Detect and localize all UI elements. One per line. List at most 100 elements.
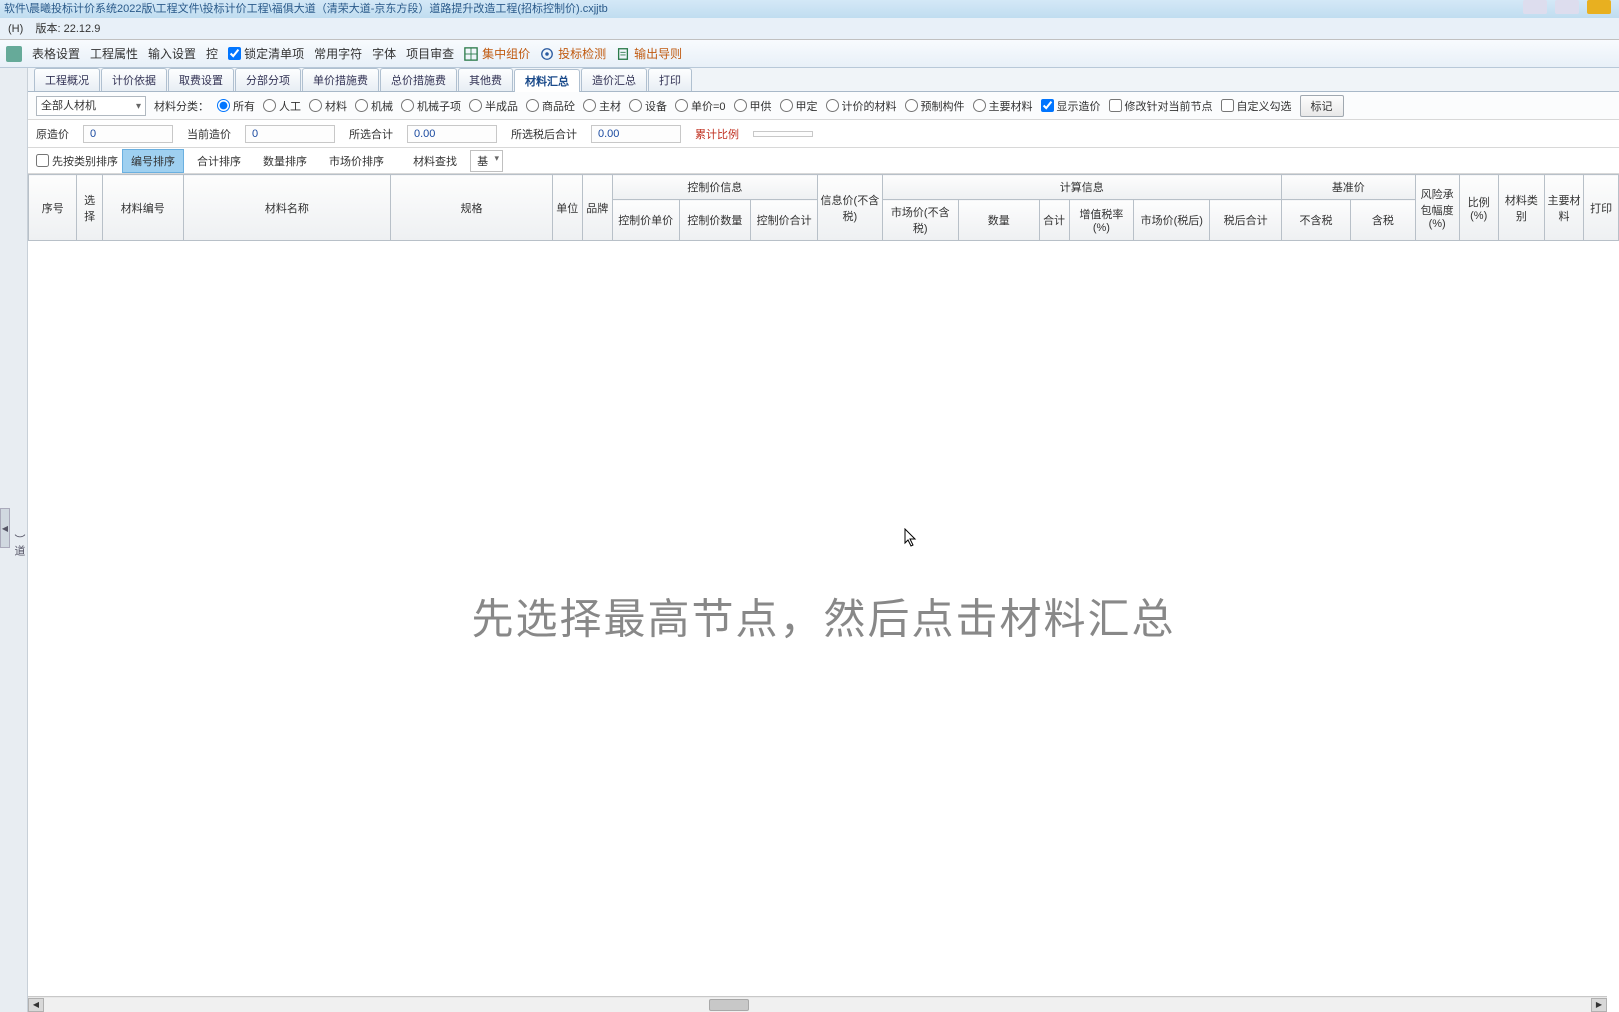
sel-total-label: 所选合计	[349, 126, 393, 142]
cur-price-value[interactable]: 0	[245, 125, 335, 143]
col-ctrl-qty[interactable]: 控制价数量	[679, 200, 751, 241]
col-vat[interactable]: 增值税率(%)	[1069, 200, 1134, 241]
sort-by-code[interactable]: 编号排序	[122, 149, 184, 173]
toolbar-item[interactable]: 控	[206, 45, 218, 62]
chk-show-cost[interactable]: 显示造价	[1041, 98, 1101, 114]
tab-other[interactable]: 其他费	[458, 68, 513, 91]
toolbar-special-label: 投标检测	[558, 45, 606, 62]
sort-by-category-first[interactable]: 先按类别排序	[36, 153, 118, 169]
radio-priced[interactable]: 计价的材料	[826, 98, 897, 114]
tab-basis[interactable]: 计价依据	[101, 68, 167, 91]
radio-semi[interactable]: 半成品	[469, 98, 518, 114]
sort-by-qty[interactable]: 数量排序	[254, 149, 316, 173]
menu-left[interactable]: (H)	[8, 23, 23, 35]
col-category[interactable]: 材料类别	[1498, 175, 1544, 241]
radio-equip[interactable]: 设备	[629, 98, 667, 114]
grp-control[interactable]: 控制价信息	[612, 175, 817, 200]
col-name[interactable]: 材料名称	[183, 175, 391, 241]
toolbar-item[interactable]: 工程属性	[90, 45, 138, 62]
tab-subitem[interactable]: 分部分项	[235, 68, 301, 91]
window-controls	[1523, 0, 1619, 18]
col-info-price[interactable]: 信息价(不含税)	[818, 175, 883, 241]
version-value: 22.12.9	[64, 23, 101, 35]
col-risk[interactable]: 风险承包幅度(%)	[1415, 175, 1459, 241]
col-qty[interactable]: 数量	[958, 200, 1039, 241]
tab-print[interactable]: 打印	[648, 68, 692, 91]
toolbar-special-export[interactable]: 输出导则	[616, 45, 682, 62]
left-tree-strip[interactable]: ）道 ◀	[0, 68, 28, 1012]
col-spec[interactable]: 规格	[391, 175, 553, 241]
col-sum[interactable]: 合计	[1039, 200, 1069, 241]
chk-current-node[interactable]: 修改针对当前节点	[1109, 98, 1213, 114]
col-ratio[interactable]: 比例(%)	[1459, 175, 1498, 241]
radio-jiagong[interactable]: 甲供	[734, 98, 772, 114]
col-code[interactable]: 材料编号	[102, 175, 183, 241]
radio-main-mat[interactable]: 主材	[583, 98, 621, 114]
radio-all[interactable]: 所有	[217, 98, 255, 114]
window-title: 软件\晨曦投标计价系统2022版\工程文件\投标计价工程\福俱大道（清荣大道-京…	[4, 0, 608, 18]
radio-key-mat[interactable]: 主要材料	[973, 98, 1033, 114]
col-tax[interactable]: 含税	[1351, 200, 1416, 241]
col-aftertax-total[interactable]: 税后合计	[1210, 200, 1282, 241]
scroll-left-icon[interactable]: ◀	[28, 998, 44, 1012]
radio-machine[interactable]: 机械	[355, 98, 393, 114]
col-unit[interactable]: 单位	[552, 175, 582, 241]
col-market-aftertax[interactable]: 市场价(税后)	[1134, 200, 1210, 241]
sel-total-value: 0.00	[407, 125, 497, 143]
col-notax[interactable]: 不含税	[1281, 200, 1350, 241]
col-ctrl-price[interactable]: 控制价单价	[612, 200, 679, 241]
material-scope-combo[interactable]: 全部人材机	[36, 96, 146, 116]
radio-jiading[interactable]: 甲定	[780, 98, 818, 114]
col-seq[interactable]: 序号	[29, 175, 77, 241]
scroll-track[interactable]	[44, 998, 1591, 1012]
ratio-value	[753, 131, 813, 137]
scroll-right-icon[interactable]: ▶	[1591, 998, 1607, 1012]
tab-unit-measure[interactable]: 单价措施费	[302, 68, 379, 91]
tab-cost-summary[interactable]: 造价汇总	[581, 68, 647, 91]
radio-concrete[interactable]: 商品砼	[526, 98, 575, 114]
tab-overview[interactable]: 工程概况	[34, 68, 100, 91]
close-button[interactable]	[1587, 0, 1611, 14]
save-icon[interactable]	[6, 46, 22, 62]
col-brand[interactable]: 品牌	[582, 175, 612, 241]
toolbar-special-detect[interactable]: 投标检测	[540, 45, 606, 62]
col-select[interactable]: 选择	[77, 175, 102, 241]
chk-custom-select[interactable]: 自定义勾选	[1221, 98, 1292, 114]
toolbar-item[interactable]: 输入设置	[148, 45, 196, 62]
sort-by-market[interactable]: 市场价排序	[320, 149, 393, 173]
col-ctrl-total[interactable]: 控制价合计	[751, 200, 818, 241]
tab-fee[interactable]: 取费设置	[168, 68, 234, 91]
grp-base[interactable]: 基准价	[1281, 175, 1415, 200]
radio-labor[interactable]: 人工	[263, 98, 301, 114]
grp-calc[interactable]: 计算信息	[882, 175, 1281, 200]
toolbar-item[interactable]: 常用字符	[314, 45, 362, 62]
radio-machine-sub[interactable]: 机械子项	[401, 98, 461, 114]
maximize-button[interactable]	[1555, 0, 1579, 14]
mark-button[interactable]: 标记	[1300, 95, 1344, 117]
toolbar-item[interactable]: 项目审查	[406, 45, 454, 62]
tab-total-measure[interactable]: 总价措施费	[380, 68, 457, 91]
material-search[interactable]: 材料查找	[404, 149, 466, 173]
lock-list-checkbox[interactable]: 锁定清单项	[228, 45, 304, 62]
radio-zero[interactable]: 单价=0	[675, 98, 726, 114]
lock-list-input[interactable]	[228, 47, 241, 60]
orig-price-value[interactable]: 0	[83, 125, 173, 143]
tax-total-label: 所选税后合计	[511, 126, 577, 142]
horizontal-scrollbar[interactable]: ◀ ▶	[28, 996, 1607, 1012]
toolbar-item[interactable]: 字体	[372, 45, 396, 62]
filter-bar: 全部人材机 材料分类： 所有 人工 材料 机械 机械子项 半成品 商品砼 主材 …	[28, 92, 1619, 120]
col-print[interactable]: 打印	[1584, 175, 1619, 241]
toolbar-item[interactable]: 表格设置	[32, 45, 80, 62]
minimize-button[interactable]	[1523, 0, 1547, 14]
col-main-material[interactable]: 主要材料	[1544, 175, 1583, 241]
col-market-notax[interactable]: 市场价(不含税)	[882, 200, 958, 241]
scroll-thumb[interactable]	[709, 999, 749, 1011]
tab-material-summary[interactable]: 材料汇总	[514, 69, 580, 92]
data-grid[interactable]: 序号 选择 材料编号 材料名称 规格 单位 品牌 控制价信息 信息价(不含税) …	[28, 174, 1619, 1012]
radio-prefab[interactable]: 预制构件	[905, 98, 965, 114]
toolbar-special-group[interactable]: 集中组价	[464, 45, 530, 62]
sort-by-total[interactable]: 合计排序	[188, 149, 250, 173]
collapse-left-icon[interactable]: ◀	[0, 508, 10, 548]
radio-material[interactable]: 材料	[309, 98, 347, 114]
base-combo[interactable]: 基	[470, 150, 503, 172]
